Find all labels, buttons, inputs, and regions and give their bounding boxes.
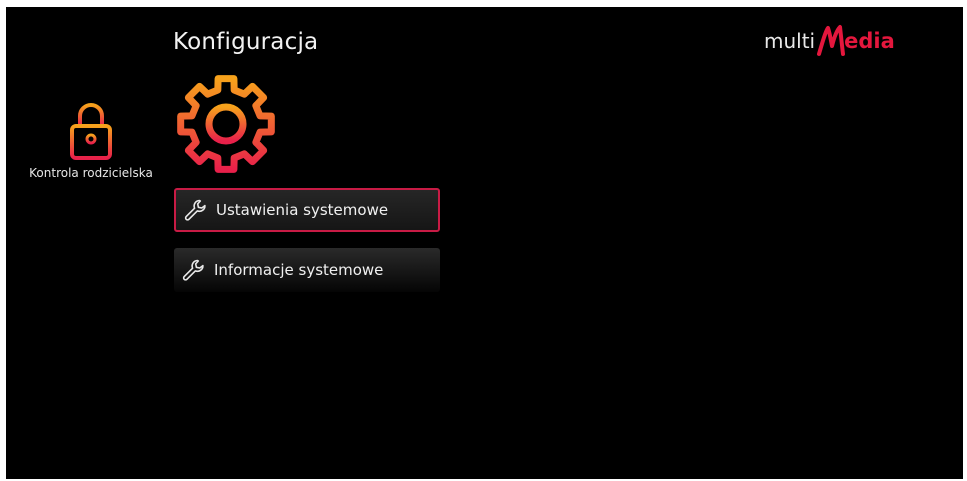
sidebar-item-parental-control[interactable]: Kontrola rodzicielska xyxy=(16,100,166,180)
tv-screen: Konfiguracja multi edia Kontrola rodzici… xyxy=(6,7,963,479)
menu-item-system-information[interactable]: Informacje systemowe xyxy=(174,248,440,292)
brand-logo-prefix: multi xyxy=(764,29,816,53)
sidebar-item-label: Kontrola rodzicielska xyxy=(29,166,153,180)
menu-item-label: Informacje systemowe xyxy=(214,261,384,279)
lock-icon xyxy=(70,103,112,160)
brand-logo: multi edia xyxy=(764,22,895,58)
wrench-icon xyxy=(182,259,204,281)
settings-menu: Ustawienia systemowe Informacje systemow… xyxy=(174,188,440,308)
wrench-icon xyxy=(184,199,206,221)
gear-icon xyxy=(177,75,275,173)
menu-item-label: Ustawienia systemowe xyxy=(216,201,389,219)
brand-logo-m-glyph xyxy=(817,25,846,56)
page-title: Konfiguracja xyxy=(173,29,319,55)
menu-item-system-settings[interactable]: Ustawienia systemowe xyxy=(174,188,440,232)
brand-logo-suffix: edia xyxy=(844,29,895,53)
